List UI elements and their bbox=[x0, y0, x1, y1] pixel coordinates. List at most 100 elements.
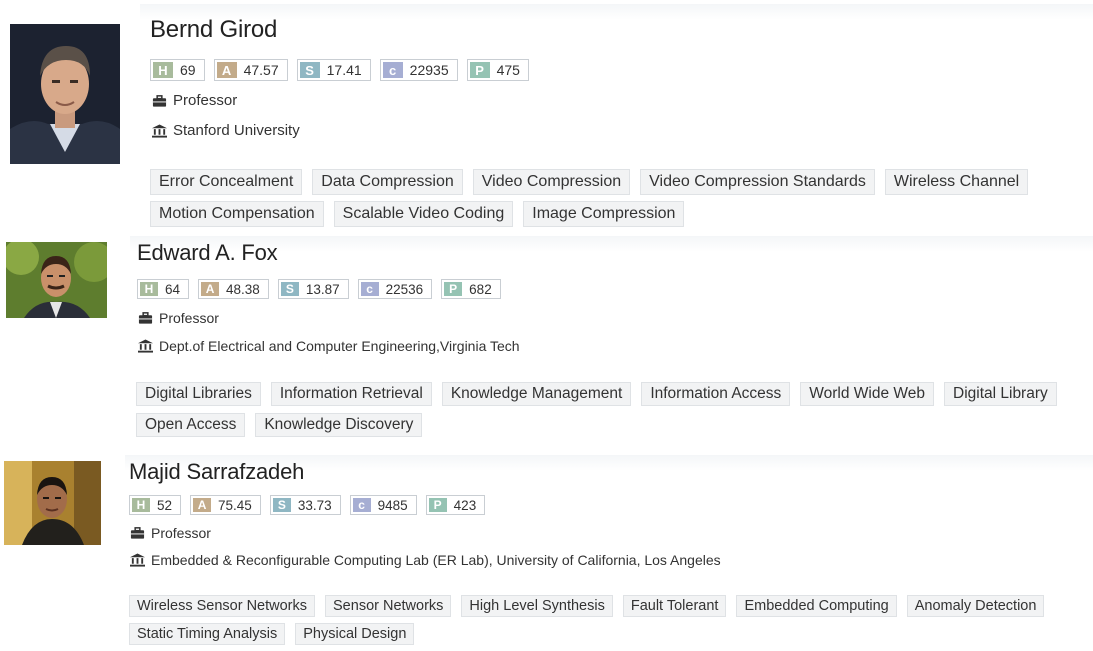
interest-tags: Wireless Sensor Networks Sensor Networks… bbox=[129, 595, 1093, 645]
sociability-value: 17.41 bbox=[326, 62, 362, 78]
citations-badge: c 9485 bbox=[349, 495, 417, 515]
interest-tag[interactable]: Fault Tolerant bbox=[622, 595, 727, 617]
institution-icon bbox=[138, 339, 153, 353]
avatar[interactable] bbox=[4, 461, 101, 545]
briefcase-icon bbox=[138, 312, 153, 324]
profile-card: Bernd Girod H 69 A 47.57 S 17.41 c 22935 P 47… bbox=[0, 0, 1093, 240]
h-index-label: H bbox=[132, 498, 150, 512]
position-line: Professor bbox=[130, 525, 211, 541]
profile-card: Majid Sarrafzadeh H 52 A 75.45 S 33.73 c 948… bbox=[0, 455, 1093, 651]
position-text: Professor bbox=[151, 525, 211, 541]
sociability-value: 13.87 bbox=[305, 281, 340, 297]
activity-badge: A 75.45 bbox=[190, 495, 261, 515]
position-text: Professor bbox=[159, 310, 219, 326]
interest-tag[interactable]: Information Retrieval bbox=[270, 382, 432, 406]
sociability-label: S bbox=[272, 498, 291, 512]
h-index-badge: H 69 bbox=[150, 59, 205, 81]
institution-icon bbox=[152, 123, 167, 138]
h-index-value: 69 bbox=[180, 62, 196, 78]
sociability-badge: S 17.41 bbox=[296, 59, 371, 81]
affiliation-text[interactable]: Stanford University bbox=[173, 122, 300, 139]
interest-tag[interactable]: Information Access bbox=[641, 382, 791, 406]
affiliation-line: Stanford University bbox=[152, 122, 300, 139]
affiliation-line: Embedded & Reconfigurable Computing Lab … bbox=[130, 552, 721, 568]
metrics-row: H 52 A 75.45 S 33.73 c 9485 P 423 bbox=[129, 495, 486, 515]
h-index-value: 52 bbox=[157, 497, 173, 513]
sociability-value: 33.73 bbox=[297, 497, 332, 513]
citations-value: 22536 bbox=[385, 281, 424, 297]
position-line: Professor bbox=[152, 92, 237, 109]
papers-label: P bbox=[469, 62, 490, 78]
papers-badge: P 682 bbox=[441, 279, 501, 299]
activity-label: A bbox=[216, 62, 237, 78]
avatar[interactable] bbox=[10, 24, 120, 164]
card-header-bg bbox=[140, 4, 1093, 20]
interest-tag[interactable]: Knowledge Discovery bbox=[255, 413, 423, 437]
person-name[interactable]: Bernd Girod bbox=[150, 16, 277, 44]
citations-value: 22935 bbox=[409, 62, 449, 78]
activity-value: 75.45 bbox=[218, 497, 252, 513]
papers-value: 682 bbox=[469, 281, 492, 297]
interest-tag[interactable]: High Level Synthesis bbox=[461, 595, 613, 617]
metrics-row: H 64 A 48.38 S 13.87 c 22536 P 682 bbox=[137, 279, 501, 299]
profile-card: Edward A. Fox H 64 A 48.38 S 13.87 c 22536 P… bbox=[0, 236, 1093, 456]
affiliation-text[interactable]: Embedded & Reconfigurable Computing Lab … bbox=[151, 552, 721, 568]
interest-tags: Digital Libraries Information Retrieval … bbox=[136, 382, 1093, 437]
citations-badge: c 22536 bbox=[357, 279, 433, 299]
interest-tag[interactable]: Knowledge Management bbox=[441, 382, 632, 406]
interest-tag[interactable]: Sensor Networks bbox=[325, 595, 452, 617]
interest-tag[interactable]: Digital Library bbox=[944, 382, 1057, 406]
interest-tag[interactable]: Digital Libraries bbox=[136, 382, 261, 406]
papers-badge: P 475 bbox=[466, 59, 529, 81]
person-name[interactable]: Edward A. Fox bbox=[137, 240, 278, 266]
interest-tag[interactable]: Video Compression Standards bbox=[640, 169, 875, 195]
sociability-badge: S 13.87 bbox=[277, 279, 349, 299]
interest-tag[interactable]: Open Access bbox=[136, 413, 246, 437]
citations-label: c bbox=[360, 282, 379, 296]
h-index-badge: H 64 bbox=[137, 279, 190, 299]
interest-tag[interactable]: Data Compression bbox=[312, 169, 463, 195]
interest-tag[interactable]: Error Concealment bbox=[150, 169, 303, 195]
position-line: Professor bbox=[138, 310, 219, 326]
interest-tag[interactable]: Motion Compensation bbox=[150, 201, 324, 227]
h-index-value: 64 bbox=[165, 281, 181, 297]
affiliation-line: Dept.of Electrical and Computer Engineer… bbox=[138, 338, 520, 354]
activity-badge: A 48.38 bbox=[198, 279, 269, 299]
citations-label: c bbox=[352, 498, 371, 512]
interest-tag[interactable]: Image Compression bbox=[523, 201, 685, 227]
interest-tag[interactable]: Video Compression bbox=[472, 169, 631, 195]
avatar[interactable] bbox=[6, 242, 107, 318]
institution-icon bbox=[130, 553, 145, 567]
briefcase-icon bbox=[130, 527, 145, 539]
interest-tag[interactable]: Physical Design bbox=[295, 623, 415, 645]
metrics-row: H 69 A 47.57 S 17.41 c 22935 P 475 bbox=[150, 59, 529, 81]
h-index-badge: H 52 bbox=[129, 495, 182, 515]
papers-badge: P 423 bbox=[425, 495, 486, 515]
interest-tag[interactable]: Static Timing Analysis bbox=[129, 623, 286, 645]
interest-tag[interactable]: Wireless Sensor Networks bbox=[129, 595, 316, 617]
citations-value: 9485 bbox=[377, 497, 408, 513]
papers-value: 423 bbox=[453, 497, 477, 513]
affiliation-text[interactable]: Dept.of Electrical and Computer Engineer… bbox=[159, 338, 520, 354]
papers-label: P bbox=[428, 498, 447, 512]
activity-value: 48.38 bbox=[226, 281, 260, 297]
sociability-badge: S 33.73 bbox=[269, 495, 341, 515]
sociability-label: S bbox=[280, 282, 299, 296]
citations-badge: c 22935 bbox=[379, 59, 458, 81]
interest-tag[interactable]: Wireless Channel bbox=[884, 169, 1029, 195]
interest-tag[interactable]: Embedded Computing bbox=[736, 595, 897, 617]
h-index-label: H bbox=[140, 282, 158, 296]
activity-label: A bbox=[193, 498, 212, 512]
interest-tag[interactable]: Anomaly Detection bbox=[906, 595, 1045, 617]
person-name[interactable]: Majid Sarrafzadeh bbox=[129, 459, 304, 485]
sociability-label: S bbox=[299, 62, 320, 78]
interest-tags: Error Concealment Data Compression Video… bbox=[150, 169, 1093, 227]
interest-tag[interactable]: World Wide Web bbox=[800, 382, 934, 406]
briefcase-icon bbox=[152, 94, 167, 107]
h-index-label: H bbox=[153, 62, 173, 78]
interest-tag[interactable]: Scalable Video Coding bbox=[333, 201, 514, 227]
position-text: Professor bbox=[173, 92, 238, 109]
activity-badge: A 47.57 bbox=[213, 59, 288, 81]
activity-label: A bbox=[201, 282, 220, 296]
papers-label: P bbox=[444, 282, 463, 296]
